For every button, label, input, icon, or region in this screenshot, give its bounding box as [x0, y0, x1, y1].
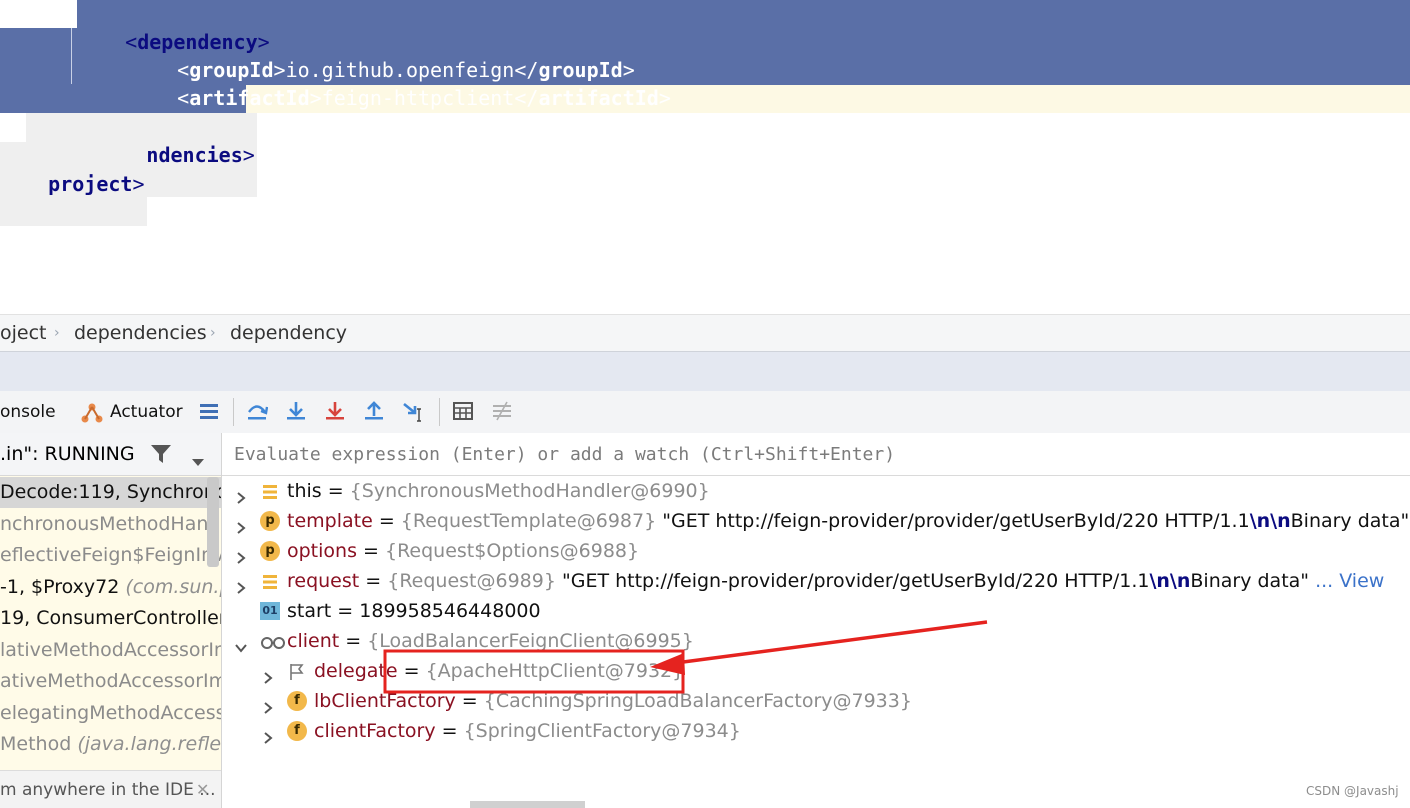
annotation-arrowhead [650, 653, 685, 675]
watermark: CSDN @Javashj [1306, 784, 1399, 798]
horizontal-scrollbar[interactable] [470, 801, 585, 808]
annotation-arrow [667, 620, 988, 666]
annotation-overlay [383, 620, 988, 694]
annotation-box [383, 649, 685, 694]
